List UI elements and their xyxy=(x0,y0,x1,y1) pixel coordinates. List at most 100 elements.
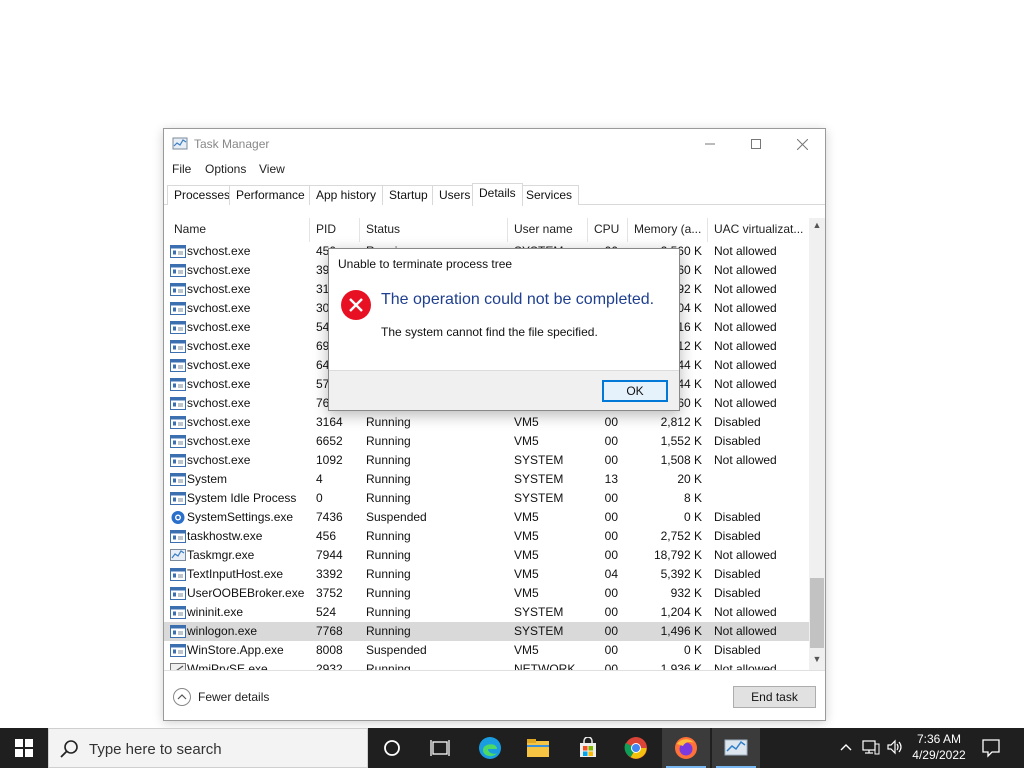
table-row[interactable]: SystemSettings.exe 7436 Suspended VM5 00 0 K D… xyxy=(164,508,809,527)
table-row[interactable]: svchost.exe 1092 Running SYSTEM 00 1,508 K Not… xyxy=(164,451,809,470)
volume-icon[interactable] xyxy=(886,739,904,755)
edge-icon xyxy=(479,737,501,759)
process-cpu: 00 xyxy=(604,491,618,505)
menu-view[interactable]: View xyxy=(259,162,285,176)
process-name: svchost.exe xyxy=(187,244,251,258)
task-manager-taskbar-button[interactable] xyxy=(712,728,760,768)
table-row[interactable]: System Idle Process 0 Running SYSTEM 00 8 K xyxy=(164,489,809,508)
tab-startup[interactable]: Startup xyxy=(382,185,435,205)
fewer-details-link[interactable]: Fewer details xyxy=(198,690,269,704)
dialog-detail-message: The system cannot find the file specifie… xyxy=(381,325,598,339)
search-box[interactable]: Type here to search xyxy=(48,728,368,768)
menu-file[interactable]: File xyxy=(172,162,191,176)
table-row[interactable]: UserOOBEBroker.exe 3752 Running VM5 00 932 K D… xyxy=(164,584,809,603)
close-button[interactable] xyxy=(779,129,825,159)
process-user: VM5 xyxy=(514,548,539,562)
table-row[interactable]: System 4 Running SYSTEM 13 20 K xyxy=(164,470,809,489)
clock[interactable]: 7:36 AM 4/29/2022 xyxy=(910,731,968,763)
column-status[interactable]: Status xyxy=(360,218,508,242)
minimize-icon xyxy=(705,143,715,145)
process-status: Running xyxy=(366,434,411,448)
process-cpu: 00 xyxy=(604,510,618,524)
vertical-scrollbar[interactable]: ▲ ▼ xyxy=(809,218,825,670)
task-manager-icon xyxy=(172,137,188,150)
title-bar[interactable]: Task Manager xyxy=(164,129,825,159)
table-row[interactable]: winlogon.exe 7768 Running SYSTEM 00 1,496 K No… xyxy=(164,622,809,641)
task-view-button[interactable] xyxy=(416,728,464,768)
process-pid: 2932 xyxy=(316,662,343,670)
table-row[interactable]: svchost.exe 6652 Running VM5 00 1,552 K Disabl… xyxy=(164,432,809,451)
process-status: Running xyxy=(366,453,411,467)
process-cpu: 00 xyxy=(604,662,618,670)
edge-button[interactable] xyxy=(466,728,514,768)
process-name: svchost.exe xyxy=(187,339,251,353)
dialog-footer: OK xyxy=(329,370,679,410)
process-uac: Not allowed xyxy=(714,301,777,315)
process-icon xyxy=(170,454,186,467)
firefox-button[interactable] xyxy=(662,728,710,768)
process-icon xyxy=(170,378,186,391)
scroll-thumb[interactable] xyxy=(810,578,824,648)
maximize-button[interactable] xyxy=(733,129,779,159)
ok-button[interactable]: OK xyxy=(602,380,668,402)
process-uac: Disabled xyxy=(714,529,761,543)
desktop: Task Manager File Options View Processes… xyxy=(0,0,1024,728)
dialog-title: Unable to terminate process tree xyxy=(338,257,513,271)
process-icon xyxy=(170,397,186,410)
tab-processes[interactable]: Processes xyxy=(167,185,238,205)
process-status: Running xyxy=(366,567,411,581)
network-icon[interactable] xyxy=(862,739,880,755)
process-uac: Not allowed xyxy=(714,377,777,391)
tab-users[interactable]: Users xyxy=(432,185,478,205)
process-name: svchost.exe xyxy=(187,377,251,391)
process-memory: 1,508 K xyxy=(660,453,702,467)
process-status: Running xyxy=(366,548,411,562)
process-uac: Not allowed xyxy=(714,662,777,670)
table-row[interactable]: WmiPrvSE.exe 2932 Running NETWORK 00 1,936 K N… xyxy=(164,660,809,670)
scroll-up-icon[interactable]: ▲ xyxy=(809,220,825,234)
process-name: svchost.exe xyxy=(187,415,251,429)
process-pid: 4 xyxy=(316,472,323,486)
table-row[interactable]: svchost.exe 3164 Running VM5 00 2,812 K Disabl… xyxy=(164,413,809,432)
column-uac[interactable]: UAC virtualizat... xyxy=(708,218,808,242)
column-memory[interactable]: Memory (a... xyxy=(628,218,708,242)
chevron-up-icon[interactable] xyxy=(173,688,191,706)
process-memory: 20 K xyxy=(677,472,702,486)
store-button[interactable] xyxy=(564,728,612,768)
error-icon xyxy=(341,290,371,320)
column-user-name[interactable]: User name xyxy=(508,218,588,242)
column-pid[interactable]: PID xyxy=(310,218,360,242)
start-button[interactable] xyxy=(0,728,48,768)
column-cpu[interactable]: CPU xyxy=(588,218,628,242)
process-icon xyxy=(170,283,186,296)
process-status: Running xyxy=(366,491,411,505)
process-user: SYSTEM xyxy=(514,472,564,486)
tab-details[interactable]: Details xyxy=(472,183,523,206)
notification-icon[interactable] xyxy=(976,737,1006,759)
process-uac: Not allowed xyxy=(714,263,777,277)
scroll-down-icon[interactable]: ▼ xyxy=(809,654,825,668)
minimize-button[interactable] xyxy=(687,129,733,159)
process-status: Running xyxy=(366,586,411,600)
process-uac: Disabled xyxy=(714,643,761,657)
file-explorer-button[interactable] xyxy=(514,728,562,768)
table-row[interactable]: taskhostw.exe 456 Running VM5 00 2,752 K Disab… xyxy=(164,527,809,546)
tab-performance[interactable]: Performance xyxy=(229,185,312,205)
table-row[interactable]: WinStore.App.exe 8008 Suspended VM5 00 0 K Dis… xyxy=(164,641,809,660)
tab-services[interactable]: Services xyxy=(519,185,580,205)
table-row[interactable]: TextInputHost.exe 3392 Running VM5 04 5,392 K… xyxy=(164,565,809,584)
process-user: NETWORK xyxy=(514,662,576,670)
tab-app-history[interactable]: App history xyxy=(309,185,384,205)
table-row[interactable]: wininit.exe 524 Running SYSTEM 00 1,204 K Not … xyxy=(164,603,809,622)
process-cpu: 00 xyxy=(604,415,618,429)
taskbar: Type here to search 7:36 AM 4/29/2022 xyxy=(0,728,1024,768)
cortana-button[interactable] xyxy=(368,728,416,768)
process-name: svchost.exe xyxy=(187,320,251,334)
process-cpu: 00 xyxy=(604,529,618,543)
end-task-button[interactable]: End task xyxy=(733,686,816,708)
menu-options[interactable]: Options xyxy=(205,162,246,176)
chrome-button[interactable] xyxy=(612,728,660,768)
column-name[interactable]: Name ⌃ xyxy=(168,218,310,242)
table-row[interactable]: Taskmgr.exe 7944 Running VM5 00 18,792 K Not a… xyxy=(164,546,809,565)
chevron-up-icon[interactable] xyxy=(838,739,854,755)
